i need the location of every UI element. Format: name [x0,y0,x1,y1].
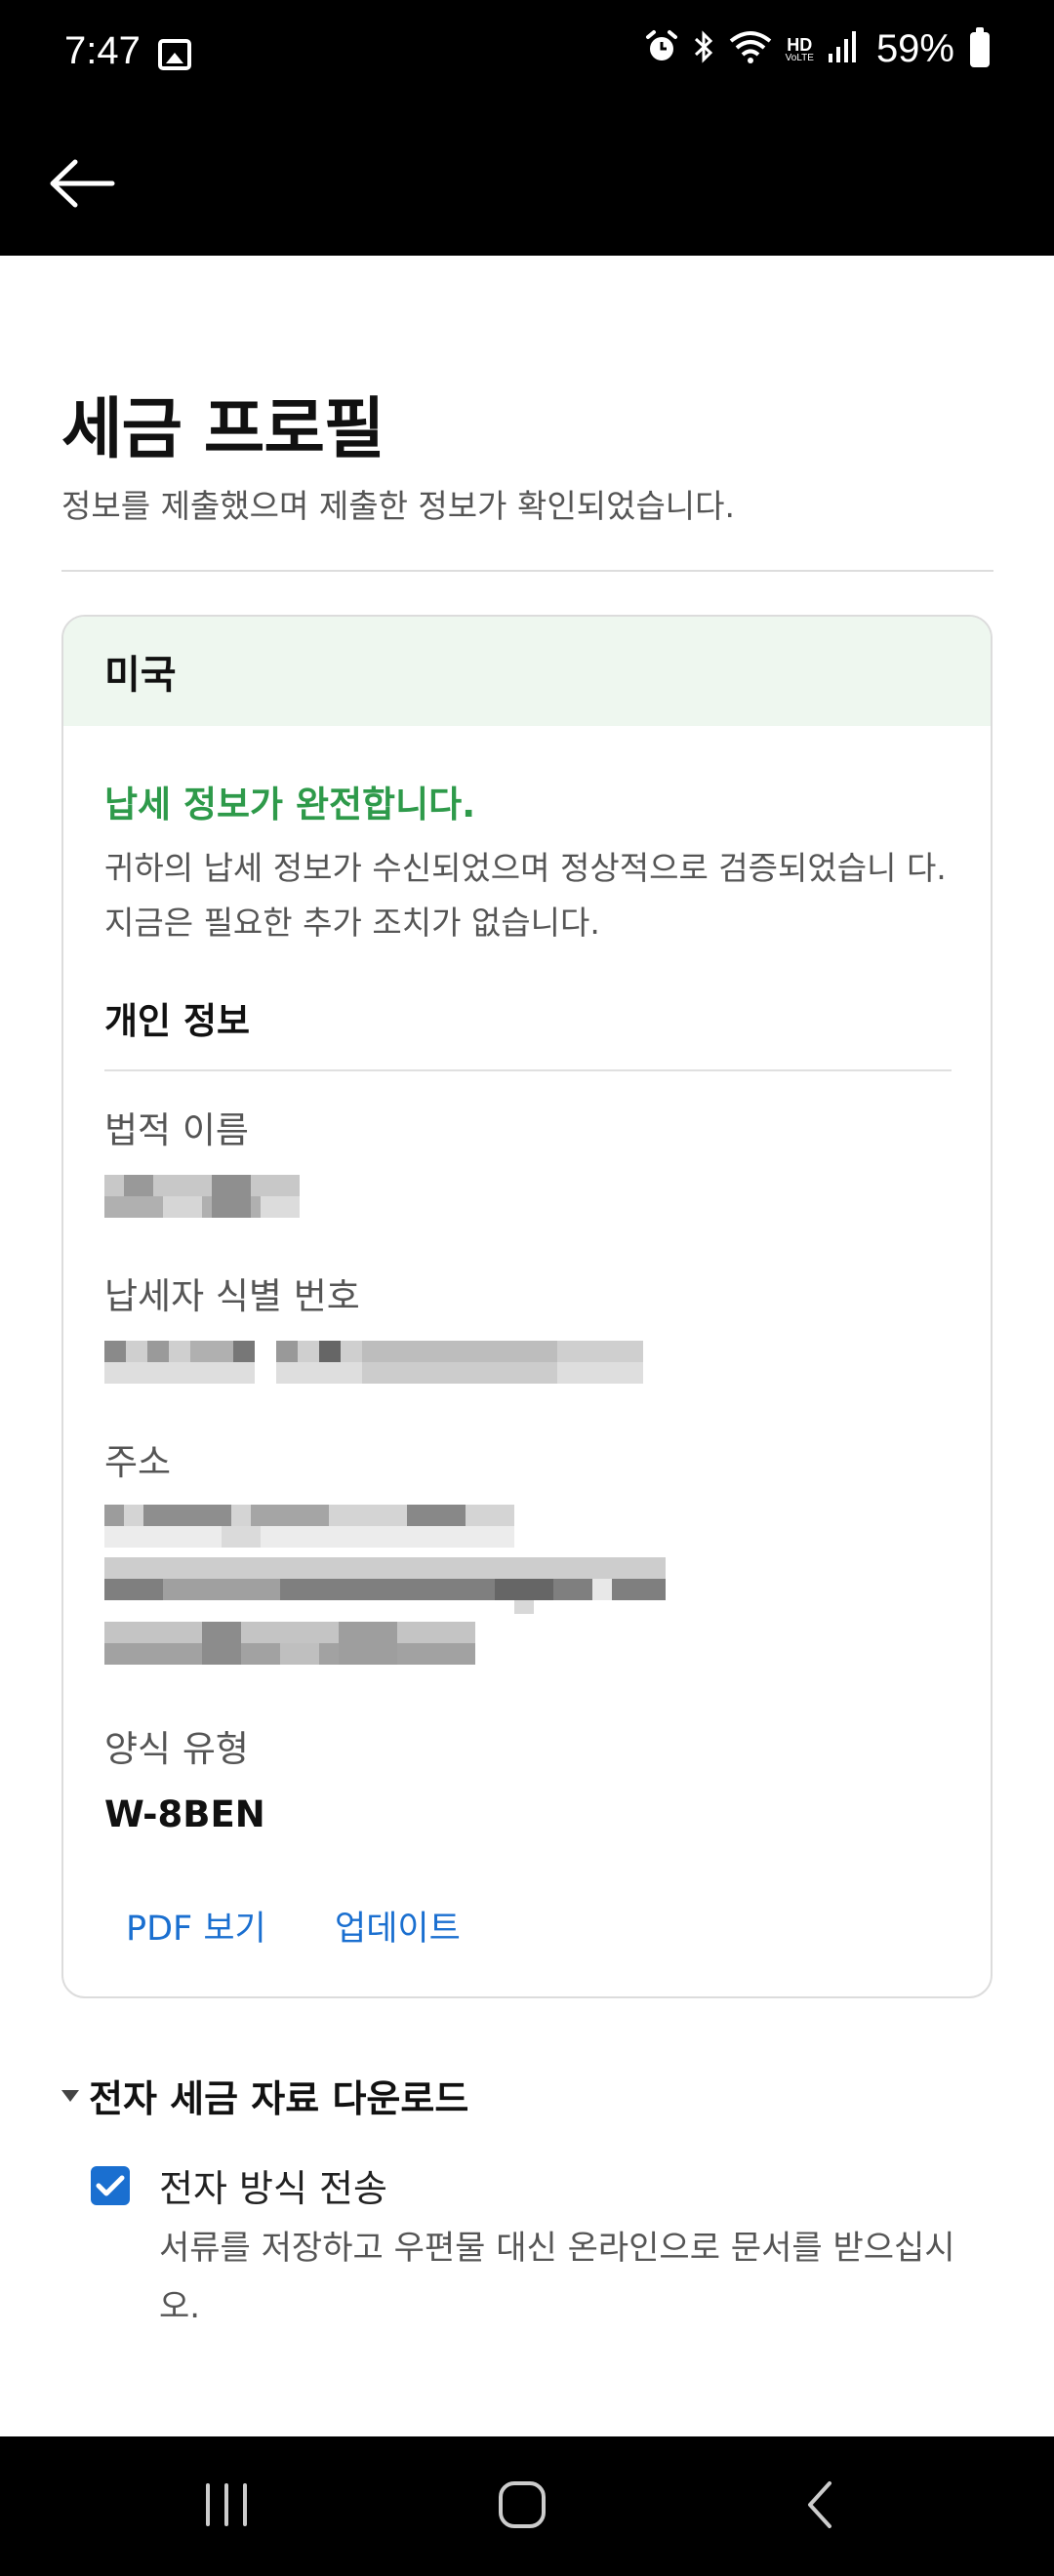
app-bar [0,109,1054,256]
divider [61,570,993,572]
status-title: 납세 정보가 완전합니다. [104,784,476,825]
section-title: 개인 정보 [104,1000,251,1042]
form-type-label: 양식 유형 [104,1728,249,1770]
caret-down-icon [61,2089,79,2102]
electronic-delivery-checkbox[interactable] [91,2166,130,2205]
battery-percent: 59% [875,27,954,70]
nav-back-button[interactable] [771,2466,869,2544]
battery-icon [970,26,990,67]
tax-profile-card: 미국 납세 정보가 완전합니다. 귀하의 납세 정보가 수신되었으며 정상적으로… [61,615,993,1998]
legal-name-label: 법적 이름 [104,1109,249,1151]
home-icon [499,2481,546,2528]
arrow-left-icon [50,159,115,208]
recent-apps-button[interactable] [178,2466,275,2544]
form-type-value: W-8BEN [104,1793,265,1835]
wifi-icon [729,29,772,69]
recent-apps-icon [206,2483,247,2526]
bluetooth-icon [692,29,715,69]
status-icons: HD VoLTE 59% [645,26,990,71]
expander-title: 전자 세금 자료 다운로드 [89,2077,469,2120]
home-button[interactable] [473,2466,571,2544]
page-subtitle: 정보를 제출했으며 제출한 정보가 확인되었습니다. [61,487,736,525]
alarm-icon [645,29,678,69]
back-icon [808,2481,831,2528]
tin-label: 납세자 식별 번호 [104,1275,360,1317]
page-title: 세금 프로필 [61,391,385,468]
checkbox-label[interactable]: 전자 방식 전송 [159,2158,387,2212]
address-redacted [104,1505,666,1665]
checkmark-icon [96,2175,125,2196]
image-icon [158,39,191,70]
status-time: 7:47 [64,29,141,72]
main-content: 세금 프로필 정보를 제출했으며 제출한 정보가 확인되었습니다. 미국 납세 … [0,256,1054,2436]
section-divider [104,1069,952,1071]
view-pdf-link[interactable]: PDF 보기 [126,1901,266,1951]
address-label: 주소 [104,1441,172,1483]
electronic-download-expander[interactable]: 전자 세금 자료 다운로드 [61,2069,468,2122]
tin-redacted [104,1341,643,1384]
legal-name-redacted [104,1175,300,1218]
system-nav-bar [0,2436,1054,2576]
checkbox-description: 서류를 저장하고 우편물 대신 온라인으로 문서를 받으십시 오. [159,2229,955,2326]
status-bar: 7:47 HD VoLTE 59% [0,0,1054,109]
back-button[interactable] [45,146,119,221]
hd-label: HD [787,34,813,55]
status-description: 귀하의 납세 정보가 수신되었으며 정상적으로 검증되었습니 다. 지금은 필요… [104,849,947,942]
country-label: 미국 [104,653,177,698]
voice-label: VoLTE [785,52,814,63]
update-link[interactable]: 업데이트 [335,1901,461,1951]
signal-icon [828,30,859,68]
card-header: 미국 [63,617,991,726]
hd-voice-icon: HD VoLTE [786,36,814,63]
